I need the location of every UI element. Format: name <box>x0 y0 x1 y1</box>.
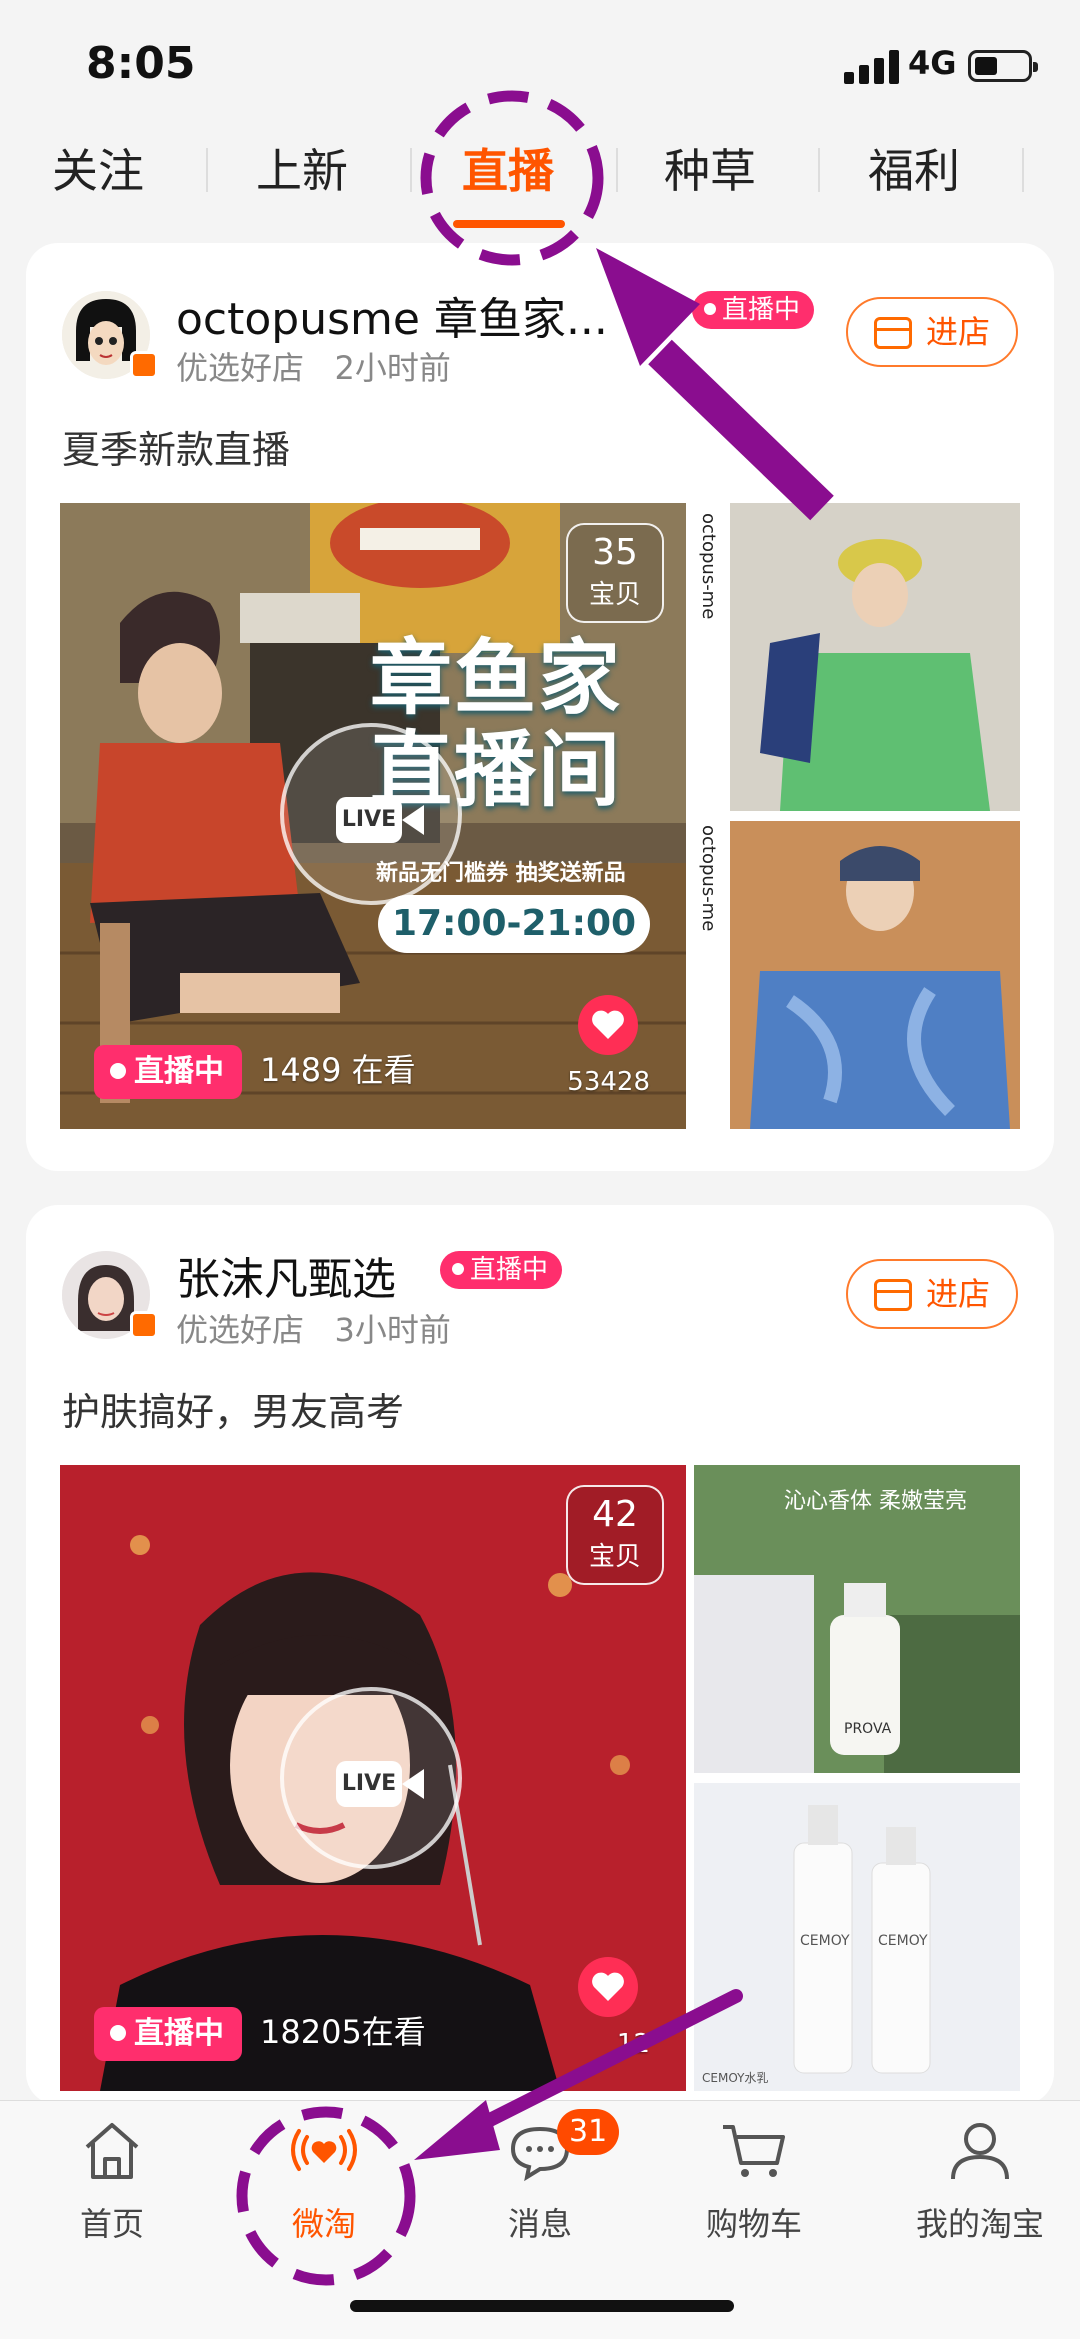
tab-follow[interactable]: 关注 <box>52 135 144 201</box>
tab-welfare[interactable]: 福利 <box>868 135 960 201</box>
live-play-icon[interactable]: LIVE <box>280 1687 462 1869</box>
live-stream-thumbnail[interactable]: 42 宝贝 LIVE 直播中 18205在看 12 <box>60 1465 686 2091</box>
tab-divider <box>818 148 820 192</box>
network-type: 4G <box>908 44 957 82</box>
viewer-count: 18205在看 <box>260 2013 426 2051</box>
post-description: 护肤搞好，男友高考 <box>62 1390 405 1434</box>
live-heart-icon <box>289 2115 359 2185</box>
unread-badge: 31 <box>557 2109 620 2155</box>
active-tab-underline <box>453 220 565 228</box>
tab-divider <box>206 148 208 192</box>
like-count: 12 <box>616 2029 650 2059</box>
like-heart-icon[interactable] <box>578 995 638 1055</box>
product-title: 沁心香体 柔嫩莹亮 <box>784 1489 967 1514</box>
nav-my-taobao[interactable]: 我的淘宝 <box>900 2115 1060 2245</box>
tab-divider <box>410 148 412 192</box>
shop-name[interactable]: 张沫凡甄选 <box>176 1243 396 1307</box>
product-brand: PROVA <box>844 1721 892 1737</box>
product-caption: CEMOY水乳 <box>702 2071 769 2085</box>
nav-cart[interactable]: 购物车 <box>684 2115 824 2245</box>
signal-icon <box>844 50 900 84</box>
shop-meta: 优选好店 3小时前 <box>176 1311 451 1349</box>
live-tag: 直播中 <box>94 1045 242 1099</box>
tab-divider <box>1022 148 1024 192</box>
chat-bubble-icon: 31 <box>505 2109 620 2185</box>
live-tag: 直播中 <box>94 2007 242 2061</box>
post-description: 夏季新款直播 <box>62 428 291 472</box>
viewer-count: 1489 在看 <box>260 1051 416 1089</box>
product-brand: CEMOY <box>800 1933 850 1949</box>
store-icon <box>874 1279 912 1311</box>
status-bar: 8:05 4G <box>0 0 1080 130</box>
live-play-icon[interactable]: LIVE <box>280 723 462 905</box>
enter-shop-button[interactable]: 进店 <box>846 297 1018 367</box>
tab-divider <box>616 148 618 192</box>
poster-time: 17:00-21:00 <box>378 895 650 953</box>
live-stream-thumbnail[interactable]: 章鱼家 直播间 新品无门槛券 抽奖送新品 17:00-21:00 35 宝贝 LI… <box>60 503 686 1129</box>
item-count-box[interactable]: 35 宝贝 <box>566 523 664 623</box>
shop-name[interactable]: octopusme 章鱼家... <box>176 283 608 347</box>
live-post-card[interactable]: octopusme 章鱼家... 直播中 优选好店 2小时前 进店 夏季新款直播 <box>26 243 1054 1171</box>
shop-meta: 优选好店 2小时前 <box>176 349 451 387</box>
nav-messages[interactable]: 31 消息 <box>470 2109 620 2245</box>
home-icon <box>77 2115 147 2185</box>
live-post-card[interactable]: 张沫凡甄选 直播中 优选好店 3小时前 进店 护肤搞好，男友高考 42 宝贝 LI… <box>26 1205 1054 2105</box>
product-image[interactable] <box>730 503 1020 811</box>
live-status-badge: 直播中 <box>692 291 815 329</box>
feed-tabs: 关注 上新 直播 种草 福利 <box>0 125 1080 235</box>
product-brand: CEMOY <box>878 1933 928 1949</box>
nav-weitao[interactable]: 微淘 <box>254 2115 394 2245</box>
shop-badge-icon <box>130 351 158 379</box>
home-indicator[interactable] <box>350 2300 734 2312</box>
product-image[interactable]: 沁心香体 柔嫩莹亮 PROVA <box>694 1465 1020 1773</box>
store-icon <box>874 317 912 349</box>
product-image[interactable] <box>730 821 1020 1129</box>
side-brand-strip: octopus-me octopus-me <box>694 503 722 1129</box>
item-count-box[interactable]: 42 宝贝 <box>566 1485 664 1585</box>
profile-icon <box>945 2115 1015 2185</box>
tab-new[interactable]: 上新 <box>256 135 348 201</box>
product-image[interactable]: CEMOY CEMOY CEMOY水乳 <box>694 1783 1020 2091</box>
nav-home[interactable]: 首页 <box>42 2115 182 2245</box>
enter-shop-button[interactable]: 进店 <box>846 1259 1018 1329</box>
status-time: 8:05 <box>86 38 196 89</box>
shop-badge-icon <box>130 1311 158 1339</box>
like-heart-icon[interactable] <box>578 1957 638 2017</box>
like-count: 53428 <box>567 1067 650 1097</box>
battery-icon <box>968 50 1038 82</box>
app-screen: 8:05 4G 关注 上新 直播 种草 福利 octopusme 章鱼家... … <box>0 0 1080 2339</box>
tab-live[interactable]: 直播 <box>462 135 554 201</box>
live-status-badge: 直播中 <box>440 1251 563 1289</box>
tab-recommend[interactable]: 种草 <box>664 135 756 201</box>
cart-icon <box>719 2115 789 2185</box>
